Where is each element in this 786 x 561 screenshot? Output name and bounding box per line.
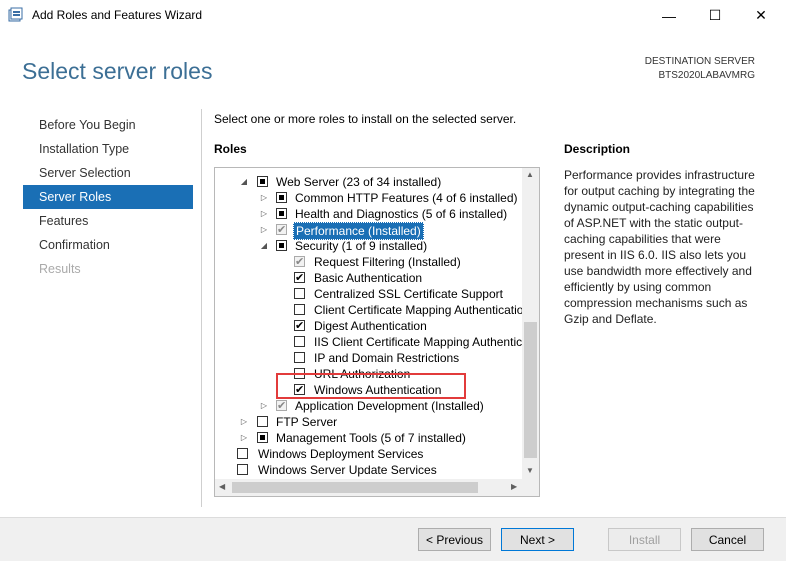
- nav-item-results: Results: [39, 262, 81, 276]
- tree-label: Centralized SSL Certificate Support: [314, 287, 503, 301]
- tree-label: Management Tools (5 of 7 installed): [276, 431, 466, 445]
- nav-item-server-roles[interactable]: Server Roles: [23, 185, 193, 209]
- checkbox-health-diagnostics[interactable]: [276, 208, 287, 219]
- expand-arrow-icon[interactable]: ▷: [239, 414, 249, 430]
- roles-heading: Roles: [214, 142, 247, 156]
- destination-server-name: BTS2020LABAVMRG: [658, 70, 755, 81]
- instruction-text: Select one or more roles to install on t…: [214, 112, 517, 126]
- install-button: Install: [608, 528, 681, 551]
- nav-item-features[interactable]: Features: [23, 209, 193, 233]
- tree-label: Client Certificate Mapping Authenticatio…: [314, 303, 531, 317]
- close-button[interactable]: ✕: [738, 0, 784, 31]
- highlight-box: [276, 373, 466, 399]
- checkbox-common-http[interactable]: [276, 192, 287, 203]
- expand-arrow-icon[interactable]: ▷: [259, 206, 269, 222]
- expand-arrow-icon[interactable]: ▷: [259, 398, 269, 414]
- wizard-header: Select server roles DESTINATION SERVER B…: [0, 31, 786, 97]
- horizontal-scroll-thumb[interactable]: [232, 482, 478, 493]
- cancel-button[interactable]: Cancel: [691, 528, 764, 551]
- tree-label: Security (1 of 9 installed): [295, 239, 428, 253]
- tree-label: Application Development (Installed): [295, 399, 484, 413]
- checkbox-ip-domain[interactable]: [294, 352, 305, 363]
- checkbox-ftp-server[interactable]: [257, 416, 268, 427]
- tree-label: IIS Client Certificate Mapping Authentic…: [314, 335, 540, 349]
- tree-label: Request Filtering (Installed): [314, 255, 461, 269]
- scroll-down-icon[interactable]: ▼: [526, 466, 534, 475]
- checkbox-security[interactable]: [276, 240, 287, 251]
- vertical-scrollbar[interactable]: ▲ ▼: [522, 168, 539, 479]
- tree-label: Windows Server Update Services: [258, 463, 437, 477]
- expand-arrow-icon[interactable]: ▷: [259, 222, 269, 238]
- scroll-up-icon[interactable]: ▲: [526, 170, 534, 179]
- nav-item-before-you-begin[interactable]: Before You Begin: [23, 113, 193, 137]
- checkbox-wsus[interactable]: [237, 464, 248, 475]
- checkbox-web-server[interactable]: [257, 176, 268, 187]
- wizard-footer: < Previous Next > Install Cancel: [0, 517, 786, 561]
- checkbox-basic-auth[interactable]: [294, 270, 305, 286]
- tree-label: FTP Server: [276, 415, 338, 429]
- title-bar: Add Roles and Features Wizard — ☐ ✕: [0, 0, 786, 31]
- vertical-scroll-thumb[interactable]: [524, 322, 537, 458]
- checkbox-client-cert-mapping[interactable]: [294, 304, 305, 315]
- checkbox-performance[interactable]: [276, 222, 287, 238]
- roles-tree[interactable]: ◢ Web Server (23 of 34 installed) ▷ Comm…: [214, 167, 540, 497]
- nav-item-confirmation[interactable]: Confirmation: [23, 233, 193, 257]
- next-button[interactable]: Next >: [501, 528, 574, 551]
- scroll-right-icon[interactable]: ▶: [511, 482, 517, 491]
- expand-arrow-icon[interactable]: ▷: [239, 430, 249, 446]
- checkbox-app-development[interactable]: [276, 398, 287, 414]
- maximize-icon: ☐: [708, 7, 722, 23]
- tree-label: Common HTTP Features (4 of 6 installed): [295, 191, 518, 205]
- server-manager-icon: [8, 7, 23, 22]
- tree-label: Web Server (23 of 34 installed): [276, 175, 442, 189]
- collapse-arrow-icon[interactable]: ◢: [239, 174, 249, 190]
- tree-label: IP and Domain Restrictions: [314, 351, 460, 365]
- minimize-button[interactable]: —: [646, 0, 692, 31]
- tree-label: Digest Authentication: [314, 319, 427, 333]
- checkbox-request-filtering[interactable]: [294, 254, 305, 270]
- scroll-left-icon[interactable]: ◀: [219, 482, 225, 491]
- nav-divider: [201, 109, 202, 507]
- maximize-button[interactable]: ☐: [692, 0, 738, 31]
- expand-arrow-icon[interactable]: ▷: [259, 190, 269, 206]
- tree-label: Basic Authentication: [314, 271, 423, 285]
- previous-button[interactable]: < Previous: [418, 528, 491, 551]
- nav-item-installation-type[interactable]: Installation Type: [23, 137, 193, 161]
- wizard-nav: Before You Begin Installation Type Serve…: [23, 113, 193, 281]
- checkbox-windows-deployment[interactable]: [237, 448, 248, 459]
- checkbox-centralized-ssl[interactable]: [294, 288, 305, 299]
- page-title: Select server roles: [22, 58, 213, 84]
- nav-item-server-selection[interactable]: Server Selection: [23, 161, 193, 185]
- description-heading: Description: [564, 142, 631, 156]
- horizontal-scrollbar[interactable]: ◀ ▶: [215, 479, 539, 496]
- wizard-content: Before You Begin Installation Type Serve…: [0, 97, 786, 517]
- checkbox-iis-client-cert[interactable]: [294, 336, 305, 347]
- close-icon: ✕: [755, 7, 767, 23]
- window-title: Add Roles and Features Wizard: [32, 8, 203, 22]
- collapse-arrow-icon[interactable]: ◢: [259, 238, 269, 254]
- checkbox-management-tools[interactable]: [257, 432, 268, 443]
- tree-label: Health and Diagnostics (5 of 6 installed…: [295, 207, 508, 221]
- description-text: Performance provides infrastructure for …: [564, 168, 755, 326]
- destination-server-label: DESTINATION SERVER: [644, 56, 755, 67]
- tree-label: Windows Deployment Services: [258, 447, 424, 461]
- checkbox-digest-auth[interactable]: [294, 318, 305, 334]
- minimize-icon: —: [662, 7, 676, 24]
